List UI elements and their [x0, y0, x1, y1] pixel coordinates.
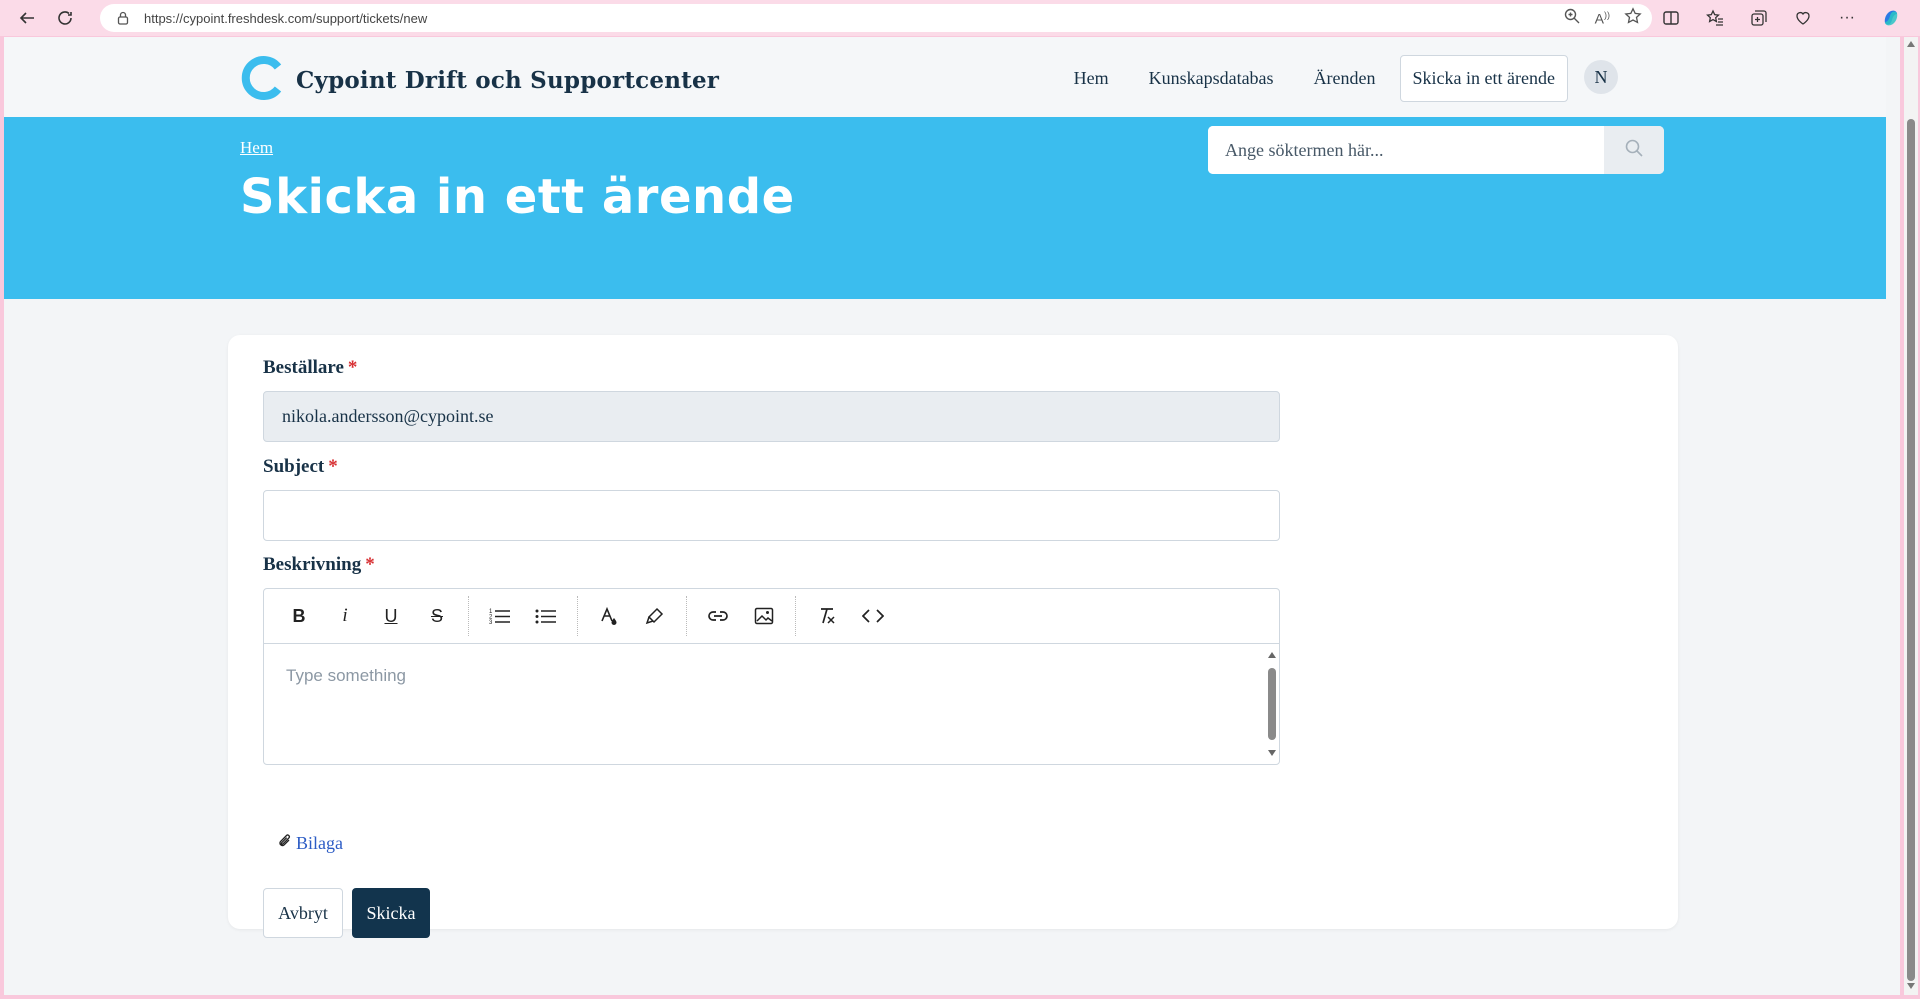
more-options-icon[interactable]: ···: [1832, 3, 1862, 33]
read-aloud-icon[interactable]: A)): [1595, 10, 1610, 27]
toolbar-divider: [468, 596, 469, 636]
requester-label: Beställare *: [263, 357, 357, 379]
italic-icon[interactable]: i: [322, 596, 368, 636]
editor-toolbar: B i U S 123: [264, 589, 1279, 644]
editor-placeholder: Type something: [286, 666, 407, 685]
search-button[interactable]: [1604, 126, 1664, 174]
description-editor: B i U S 123 Type something: [263, 588, 1280, 765]
page-viewport: Cypoint Drift och Supportcenter Hem Kuns…: [4, 37, 1900, 995]
ordered-list-icon[interactable]: 123: [477, 596, 523, 636]
code-view-icon[interactable]: [850, 596, 896, 636]
zoom-icon[interactable]: [1563, 7, 1581, 30]
page-title: Skicka in ett ärende: [240, 169, 795, 225]
svg-text:3: 3: [489, 620, 493, 625]
attachment-link[interactable]: Bilaga: [278, 833, 343, 854]
favorites-icon[interactable]: [1700, 3, 1730, 33]
main-nav: Hem Kunskapsdatabas Ärenden Skicka in et…: [1034, 55, 1568, 102]
brand-name: Cypoint Drift och Supportcenter: [296, 67, 720, 94]
highlight-icon[interactable]: [632, 596, 678, 636]
bold-icon[interactable]: B: [276, 596, 322, 636]
collections-icon[interactable]: [1744, 3, 1774, 33]
browser-essentials-icon[interactable]: [1788, 3, 1818, 33]
bullet-list-icon[interactable]: [523, 596, 569, 636]
nav-home[interactable]: Hem: [1074, 68, 1109, 89]
image-icon[interactable]: [741, 596, 787, 636]
description-textarea[interactable]: Type something: [264, 644, 1279, 764]
search-icon: [1624, 138, 1644, 163]
favorite-star-icon[interactable]: [1624, 6, 1642, 30]
link-icon[interactable]: [695, 596, 741, 636]
site-header: Cypoint Drift och Supportcenter Hem Kuns…: [4, 37, 1886, 117]
toolbar-divider: [795, 596, 796, 636]
underline-icon[interactable]: U: [368, 596, 414, 636]
cancel-button[interactable]: Avbryt: [263, 888, 343, 938]
ticket-form-card: Beställare* Subject* Beskrivning* B i U …: [228, 335, 1678, 938]
url-text: https://cypoint.freshdesk.com/support/ti…: [144, 10, 428, 26]
lock-icon: [114, 9, 132, 27]
clear-formatting-icon[interactable]: [804, 596, 850, 636]
nav-submit-ticket[interactable]: Skicka in ett ärende: [1399, 55, 1568, 102]
subject-input[interactable]: [263, 490, 1280, 541]
subject-label-text: Subject: [263, 456, 325, 477]
page-scrollbar[interactable]: [1904, 37, 1918, 995]
required-mark: *: [347, 357, 358, 378]
nav-knowledge-base[interactable]: Kunskapsdatabas: [1149, 68, 1274, 89]
subject-label: Subject *: [263, 456, 338, 478]
avatar[interactable]: N: [1584, 60, 1618, 94]
toolbar-divider: [577, 596, 578, 636]
scroll-up-icon[interactable]: [1907, 41, 1915, 47]
required-mark: *: [365, 554, 375, 575]
search-input[interactable]: [1208, 126, 1604, 174]
attachment-label: Bilaga: [296, 833, 343, 853]
copilot-icon[interactable]: [1876, 3, 1906, 33]
nav-tickets[interactable]: Ärenden: [1314, 68, 1376, 89]
search-box: [1208, 126, 1664, 174]
hero-banner: Hem Skicka in ett ärende: [4, 117, 1886, 299]
scroll-down-icon[interactable]: [1907, 983, 1915, 989]
toolbar-divider: [686, 596, 687, 636]
refresh-icon[interactable]: [50, 3, 80, 33]
breadcrumb-home[interactable]: Hem: [240, 138, 273, 158]
split-screen-icon[interactable]: [1656, 3, 1686, 33]
strikethrough-icon[interactable]: S: [414, 596, 460, 636]
back-icon[interactable]: [12, 3, 42, 33]
requester-field[interactable]: [263, 391, 1280, 442]
required-mark: *: [328, 456, 338, 477]
cypoint-logo-icon: [240, 54, 288, 107]
browser-toolbar: https://cypoint.freshdesk.com/support/ti…: [0, 0, 1920, 36]
address-bar[interactable]: https://cypoint.freshdesk.com/support/ti…: [100, 4, 1652, 32]
paperclip-icon: [278, 833, 292, 854]
text-color-icon[interactable]: [586, 596, 632, 636]
logo-link[interactable]: Cypoint Drift och Supportcenter: [240, 54, 719, 107]
scroll-thumb[interactable]: [1907, 119, 1915, 981]
description-label: Beskrivning *: [263, 554, 375, 576]
editor-scrollbar[interactable]: [1267, 650, 1277, 758]
submit-button[interactable]: Skicka: [352, 888, 430, 938]
description-label-text: Beskrivning: [263, 554, 362, 575]
requester-label-text: Beställare: [263, 357, 344, 378]
